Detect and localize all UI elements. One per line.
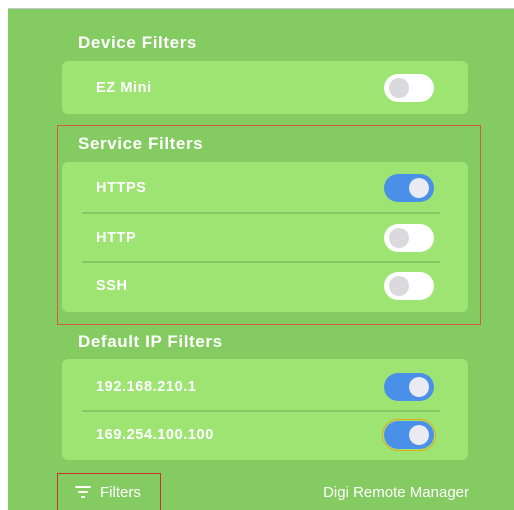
service-filter-row-http[interactable]: HTTP <box>62 214 468 262</box>
service-filter-row-ssh[interactable]: SSH <box>62 262 468 310</box>
service-filters-title: Service Filters <box>78 134 204 153</box>
ip-filter-row[interactable]: 192.168.210.1 <box>62 363 468 411</box>
toggle-knob <box>389 276 409 296</box>
ez-mini-toggle[interactable] <box>384 74 434 102</box>
filter-icon <box>75 486 91 498</box>
http-toggle[interactable] <box>384 224 434 252</box>
device-filters-title: Device Filters <box>78 33 197 52</box>
ip-filter-label: 169.254.100.100 <box>96 427 214 443</box>
ip-filter-toggle[interactable] <box>384 373 434 401</box>
device-filter-label: EZ Mini <box>96 80 152 96</box>
brand-name: Digi Remote Manager <box>323 484 469 501</box>
device-filter-row-ez-mini[interactable]: EZ Mini <box>62 64 468 112</box>
ip-filter-toggle[interactable] <box>382 419 436 451</box>
filters-label: Filters <box>100 484 141 501</box>
ip-filters-title: Default IP Filters <box>78 332 223 351</box>
https-toggle[interactable] <box>384 174 434 202</box>
service-filter-label: HTTPS <box>96 180 147 196</box>
service-filter-label: HTTP <box>96 230 137 246</box>
toggle-knob <box>389 78 409 98</box>
service-filter-label: SSH <box>96 278 128 294</box>
device-filters-card: EZ Mini <box>62 61 468 114</box>
toggle-knob <box>409 178 429 198</box>
ip-filter-label: 192.168.210.1 <box>96 379 197 395</box>
toggle-knob <box>409 377 429 397</box>
toggle-knob <box>389 228 409 248</box>
ip-filters-card: 192.168.210.1 169.254.100.100 <box>62 359 468 460</box>
service-filter-row-https[interactable]: HTTPS <box>62 164 468 212</box>
toggle-knob <box>409 425 429 445</box>
service-filters-card: HTTPS HTTP SSH <box>62 162 468 312</box>
ssh-toggle[interactable] <box>384 272 434 300</box>
ip-filter-row[interactable]: 169.254.100.100 <box>62 411 468 459</box>
filters-button[interactable]: Filters <box>57 473 161 510</box>
